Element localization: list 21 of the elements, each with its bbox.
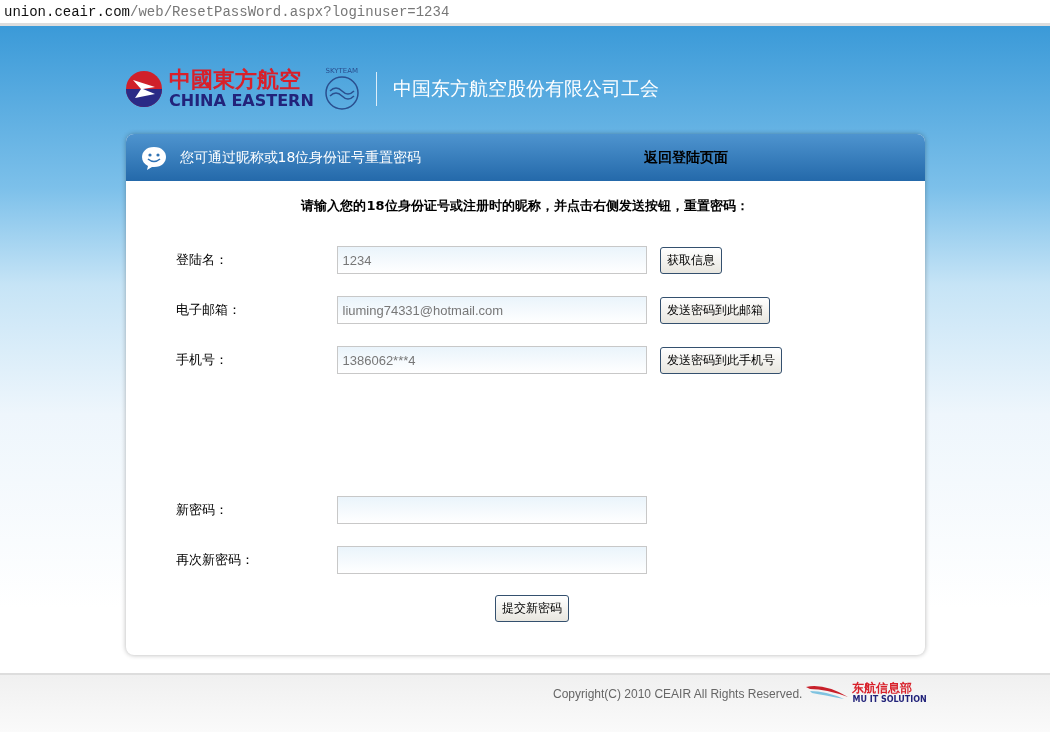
input-field[interactable]: liuming74331@hotmail.com bbox=[336, 296, 647, 324]
submit-button[interactable]: 提交新密码 bbox=[494, 595, 569, 622]
action-button[interactable]: 发送密码到此手机号 bbox=[659, 346, 782, 374]
copyright-text: Copyright(C) 2010 CEAIR All Rights Reserved. bbox=[553, 687, 803, 701]
logo-chinese-text: 中國東方航空 bbox=[169, 69, 302, 91]
field-label: 再次新密码： bbox=[175, 551, 255, 569]
field-label: 新密码： bbox=[175, 501, 229, 519]
logo-english-text: CHINA EASTERN bbox=[169, 93, 314, 109]
instruction-text: 请输入您的18位身份证号或注册时的昵称，并点击右侧发送按钮，重置密码： bbox=[299, 197, 750, 215]
input-field[interactable]: 1234 bbox=[336, 246, 647, 274]
organization-name: 中国东方航空股份有限公司工会 bbox=[392, 76, 659, 101]
field-label: 手机号： bbox=[175, 351, 229, 369]
field-label: 登陆名： bbox=[175, 251, 229, 269]
action-button[interactable]: 获取信息 bbox=[659, 246, 722, 274]
panel-title: 您可通过昵称或18位身份证号重置密码 bbox=[179, 148, 423, 167]
field-label: 电子邮箱： bbox=[175, 301, 242, 319]
input-field[interactable]: 1386062***4 bbox=[336, 346, 647, 374]
footer-logo-chinese: 东航信息部 bbox=[852, 681, 914, 695]
action-button[interactable]: 发送密码到此邮箱 bbox=[659, 296, 770, 324]
footer-logo-english: MU IT SOLUTION bbox=[852, 695, 927, 705]
back-to-login-link[interactable]: 返回登陆页面 bbox=[643, 148, 728, 167]
